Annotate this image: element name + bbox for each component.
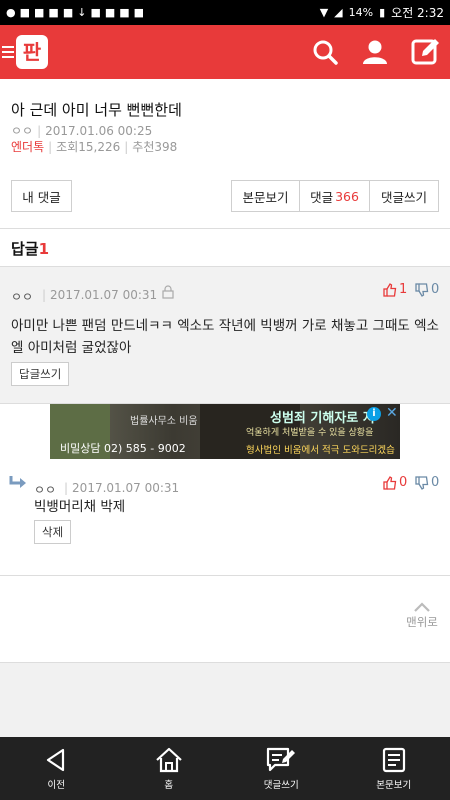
home-icon (156, 747, 182, 772)
dislike-count: 0 (431, 475, 440, 490)
reply-write-button[interactable]: 답글쓰기 (11, 362, 70, 386)
write-comment-button[interactable]: 댓글쓰기 (369, 180, 439, 212)
notification-icon: ● (6, 6, 16, 19)
signal-icon: ◢ (334, 6, 343, 19)
bottom-nav: 이전 홈 댓글쓰기 본문보기 (0, 737, 450, 800)
write-comment-icon (267, 747, 296, 771)
logo-menu-button[interactable]: 판 (0, 32, 52, 72)
nav-view-post-label: 본문보기 (376, 779, 412, 791)
user-icon[interactable] (359, 36, 391, 68)
battery-icon: ▮ (379, 6, 386, 19)
comments-tab-button[interactable]: 댓글 366 (299, 180, 370, 212)
ad-line-3: 형사법인 비움에서 적극 도와드리겠습니다. (246, 445, 395, 456)
like-count: 1 (399, 282, 408, 297)
footer-area (0, 662, 450, 737)
ad-close-icon[interactable]: ✕ (386, 405, 398, 421)
nav-home[interactable]: 홈 (113, 737, 226, 800)
post-author[interactable]: ㅇㅇ (11, 124, 33, 138)
app-header: 판 (0, 25, 450, 79)
ad-line-2: 억울하게 처벌받을 수 있을 상황을 (246, 428, 374, 438)
wifi-icon: ▼ (319, 6, 329, 19)
pann-logo: 판 (16, 35, 48, 69)
comment-datetime: | 2017.01.07 00:31 (64, 481, 180, 495)
like-count: 0 (399, 475, 408, 490)
nav-write-comment[interactable]: 댓글쓰기 (225, 737, 338, 800)
reply-label: 답글 (11, 240, 39, 258)
write-icon[interactable] (409, 36, 441, 68)
nav-write-comment-label: 댓글쓰기 (263, 779, 299, 791)
view-count: 조회15,226 (56, 140, 121, 154)
battery-level: 14% (348, 6, 374, 19)
post-stats: 엔더톡 | 조회15,226 | 추천398 (11, 140, 178, 154)
chevron-up-icon (414, 602, 430, 612)
post-meta: ㅇㅇ | 2017.01.06 00:25 (11, 124, 153, 138)
ad-brand: 법률사무소 비움 (130, 416, 198, 427)
comment-text: 아미만 나쁜 팬덤 만드네ㅋㅋ 엑소도 작년에 빅뱅꺼 가로 채놓고 그때도 엑… (11, 318, 439, 356)
nav-home-label: 홈 (164, 779, 174, 791)
notification-icons: ● ■ ■ ■ ■ ↓ ■ ■ ■ ■ (6, 6, 144, 19)
download-icon: ↓ (77, 6, 87, 19)
notification-icon: ■ (119, 6, 130, 19)
ad-banner[interactable]: 법률사무소 비움 비밀상담 02) 585 - 9002 성범죄 기해자로 지 … (50, 404, 400, 459)
post-datetime: 2017.01.06 00:25 (45, 124, 153, 138)
dislike-count: 0 (431, 282, 440, 297)
document-icon (382, 747, 405, 772)
comment-datetime: | 2017.01.07 00:31 (42, 288, 158, 302)
nav-view-post[interactable]: 본문보기 (338, 737, 450, 800)
comment-item: ㅇㅇ | 2017.01.07 00:31 1 0 아미만 나쁜 팬덤 만드네ㅋㅋ… (0, 266, 450, 404)
ad-phone: 비밀상담 02) 585 - 9002 (60, 442, 186, 455)
dislike-button[interactable]: 0 (415, 475, 439, 490)
go-top-label: 맨위로 (406, 615, 438, 629)
menu-icon (2, 43, 14, 61)
like-button[interactable]: 1 (383, 282, 407, 297)
ad-headline: 성범죄 기해자로 지 (270, 411, 375, 426)
nav-back[interactable]: 이전 (0, 737, 113, 800)
reply-count-heading: 답글1 (11, 238, 49, 259)
recommend-count: 추천398 (132, 140, 178, 154)
search-icon[interactable] (309, 36, 341, 68)
thumbs-down-icon (415, 475, 429, 490)
my-comments-button[interactable]: 내 댓글 (11, 180, 72, 212)
delete-button[interactable]: 삭제 (34, 520, 72, 544)
nav-back-label: 이전 (47, 779, 65, 791)
notification-icon: ■ (34, 6, 45, 19)
clock: 오전 2:32 (391, 6, 444, 20)
ad-info-icon[interactable]: i (367, 407, 381, 421)
view-post-button[interactable]: 본문보기 (231, 180, 300, 212)
reply-item: ㅇㅇ | 2017.01.07 00:31 0 0 빅뱅머리채 박제 삭제 (0, 460, 450, 576)
like-button[interactable]: 0 (383, 475, 407, 490)
comments-label: 댓글 (310, 189, 334, 205)
lock-icon (162, 285, 174, 299)
thumbs-down-icon (415, 282, 429, 297)
thumbs-up-icon (383, 475, 397, 490)
divider (0, 228, 450, 229)
notification-icon: ■ (62, 6, 74, 19)
back-icon (47, 748, 65, 771)
reply-count: 1 (38, 240, 50, 258)
comment-text: 빅뱅머리채 박제 (34, 499, 126, 515)
board-link[interactable]: 엔더톡 (11, 140, 44, 154)
go-top-button[interactable]: 맨위로 (398, 602, 446, 630)
notification-icon: ■ (90, 6, 101, 19)
status-bar: ● ■ ■ ■ ■ ↓ ■ ■ ■ ■ ▼ ◢ 14% ▮ 오전 2:32 (0, 0, 450, 25)
dislike-button[interactable]: 0 (415, 282, 439, 297)
notification-icon: ■ (104, 6, 116, 19)
notification-icon: ■ (48, 6, 59, 19)
notification-icon: ■ (133, 6, 145, 19)
reply-arrow-icon (9, 476, 26, 488)
thumbs-up-icon (383, 282, 397, 297)
notification-icon: ■ (19, 6, 31, 19)
comment-author[interactable]: ㅇㅇ (11, 288, 33, 305)
post-title: 아 근데 아미 너무 뻔뻔한데 (11, 101, 182, 119)
comments-count: 366 (335, 188, 359, 204)
